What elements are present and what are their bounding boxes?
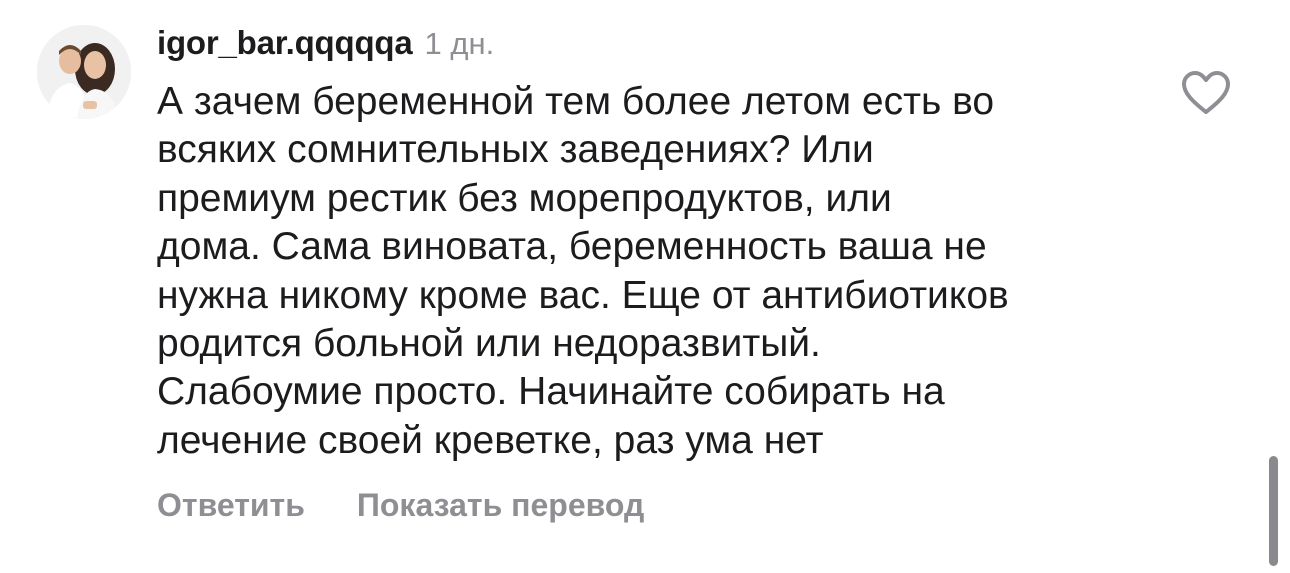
avatar-photo bbox=[37, 25, 131, 119]
comment: igor_bar.qqqqqa 1 дн. А зачем беременной… bbox=[0, 0, 1290, 573]
comment-header: igor_bar.qqqqqa 1 дн. bbox=[157, 24, 494, 70]
comment-actions: Ответить Показать перевод bbox=[157, 487, 644, 524]
avatar[interactable] bbox=[37, 25, 131, 119]
username-link[interactable]: igor_bar.qqqqqa bbox=[157, 24, 413, 62]
like-button[interactable] bbox=[1181, 70, 1231, 116]
show-translation-button[interactable]: Показать перевод bbox=[357, 487, 644, 524]
reply-button[interactable]: Ответить bbox=[157, 487, 305, 524]
scrollbar[interactable] bbox=[1269, 456, 1278, 566]
heart-outline-icon bbox=[1182, 71, 1230, 114]
comment-timestamp: 1 дн. bbox=[424, 26, 495, 61]
comment-text: А зачем беременной тем более летом есть … bbox=[157, 80, 1009, 462]
